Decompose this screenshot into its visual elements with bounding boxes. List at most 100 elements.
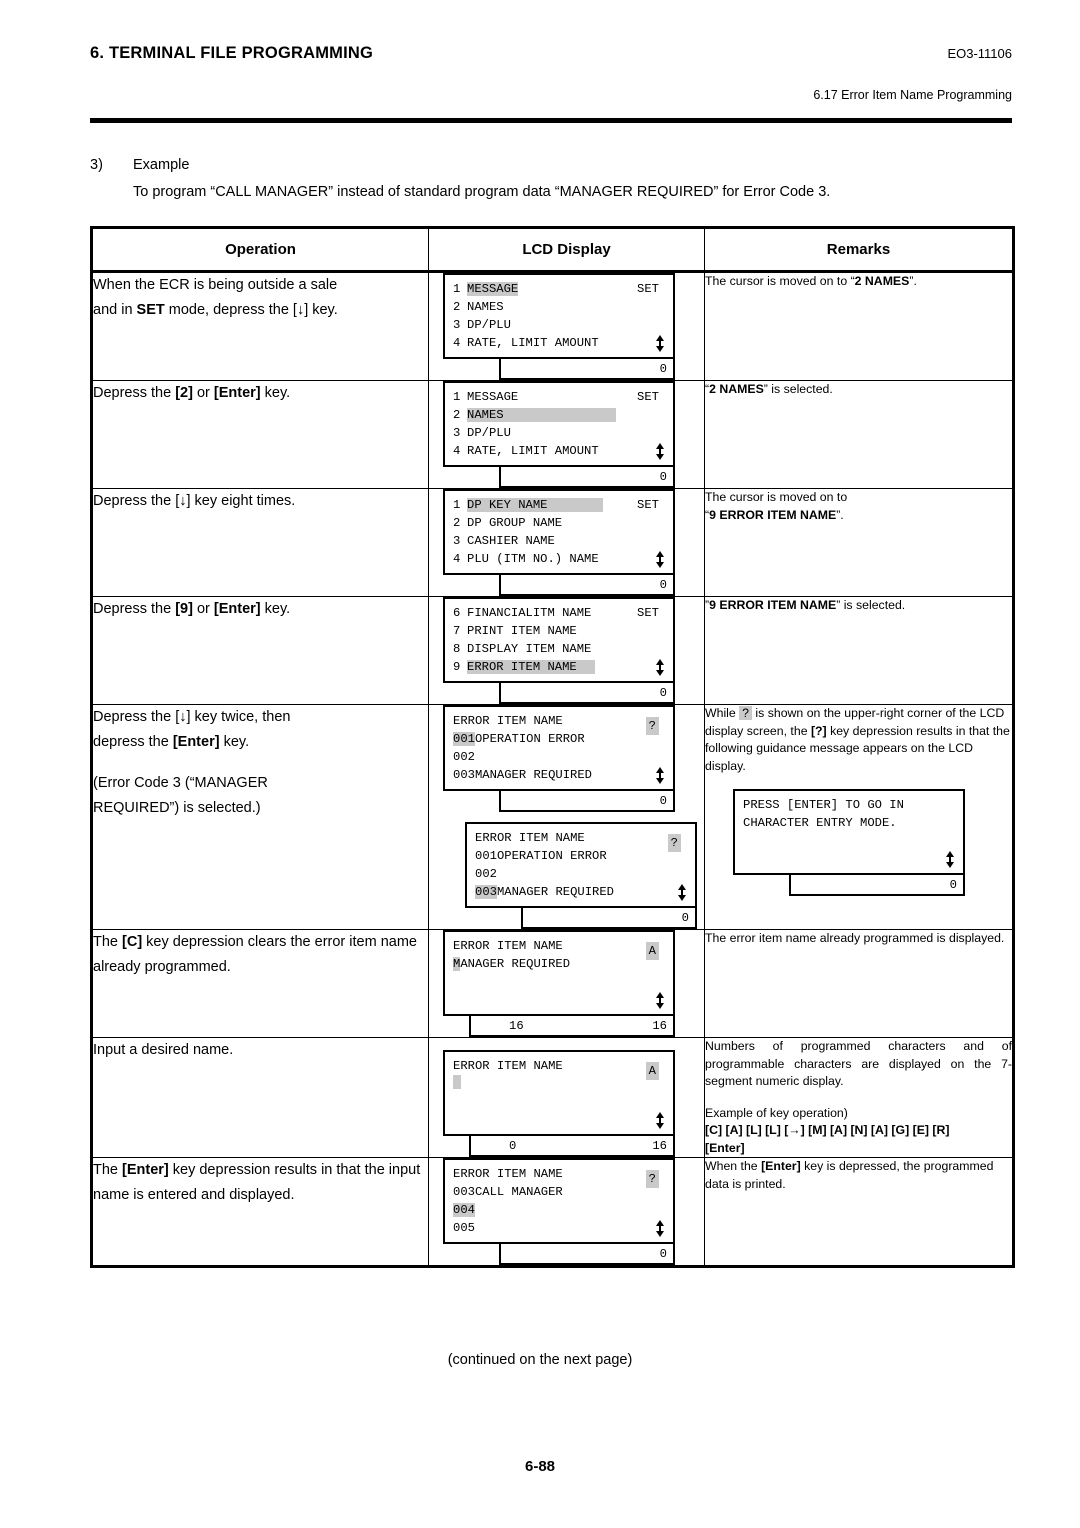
lcd-line-text: MESSAGE bbox=[467, 390, 519, 404]
lcd-screen: ERROR ITEM NAME A 0 16 bbox=[443, 1050, 675, 1157]
scroll-updown-icon bbox=[655, 659, 665, 676]
lcd-line: 1 MESSAGE SET bbox=[453, 280, 666, 298]
lcd-line-text: PLU (ITM NO.) NAME bbox=[467, 552, 599, 566]
lcd-box: ERROR ITEM NAME? 001OPERATION ERROR 002 … bbox=[465, 822, 697, 908]
key-label: [Enter] bbox=[761, 1159, 801, 1173]
lcd-line-text: DP KEY NAME bbox=[467, 498, 604, 512]
lcd-box: 1 DP KEY NAME SET 2 DP GROUP NAME 3 CASHIER … bbox=[443, 489, 675, 575]
lcd-line-text: RATE, LIMIT AMOUNT bbox=[467, 336, 599, 350]
numeric-value-left: 16 bbox=[509, 1019, 524, 1033]
lcd-box: PRESS [ENTER] TO GO IN CHARACTER ENTRY M… bbox=[733, 789, 965, 875]
guidance-line: CHARACTER ENTRY MODE. bbox=[743, 816, 897, 830]
lcd-line-index: 4 bbox=[453, 552, 461, 566]
table-row: Depress the [↓] key twice, then depress … bbox=[90, 704, 1015, 930]
table-row: The [C] key depression clears the error … bbox=[90, 929, 1015, 1038]
remarks-emphasis: 9 ERROR ITEM NAME bbox=[709, 598, 837, 612]
lcd-line-index: 4 bbox=[453, 336, 461, 350]
operation-text: mode, depress the [ bbox=[164, 302, 297, 318]
lcd-box: ERROR ITEM NAME A MANAGER REQUIRED bbox=[443, 930, 675, 1016]
down-arrow-key-icon: ↓ bbox=[179, 709, 187, 725]
lcd-line bbox=[453, 973, 666, 991]
lcd-title: ERROR ITEM NAME bbox=[453, 939, 563, 953]
scroll-updown-icon bbox=[655, 992, 665, 1009]
lcd-mode-indicator: SET bbox=[637, 498, 659, 512]
lcd-line-index: 3 bbox=[453, 318, 461, 332]
lcd-screen: ERROR ITEM NAME? 003CALL MANAGER 004 005… bbox=[443, 1158, 675, 1265]
numeric-value-right: 0 bbox=[949, 878, 957, 892]
lcd-line-index: 4 bbox=[453, 444, 461, 458]
numeric-value-right: 16 bbox=[652, 1139, 667, 1153]
numeric-value-right: 0 bbox=[681, 911, 689, 925]
lcd-cell: 1 MESSAGE SET 2 NAMES 3 DP/PLU 4 RATE, LIMIT … bbox=[428, 271, 705, 381]
lcd-screen: ERROR ITEM NAME? 001OPERATION ERROR 002 … bbox=[443, 705, 675, 812]
lcd-code: 003 bbox=[475, 885, 497, 899]
key-label: [C] bbox=[122, 934, 143, 950]
numeric-value-right: 0 bbox=[659, 1247, 667, 1261]
numeric-value-right: 0 bbox=[659, 686, 667, 700]
operation-cell: Input a desired name. bbox=[90, 1037, 429, 1158]
lcd-code: 001 bbox=[475, 849, 497, 863]
lcd-line: 1 MESSAGE SET bbox=[453, 388, 666, 406]
lcd-line: 2 DP GROUP NAME bbox=[453, 514, 666, 532]
lcd-line: 3 DP/PLU bbox=[453, 316, 666, 334]
document-code: EO3-11106 bbox=[947, 46, 1012, 61]
lcd-line-index: 2 bbox=[453, 408, 461, 422]
lcd-numeric-display: 0 bbox=[499, 683, 675, 704]
remarks-cell: The error item name already programmed i… bbox=[704, 929, 1015, 1038]
lcd-line: 6 FINANCIALITM NAME SET bbox=[453, 604, 666, 622]
lcd-line: 003CALL MANAGER bbox=[453, 1183, 666, 1201]
lcd-line: 005 bbox=[453, 1219, 666, 1237]
lcd-cell: ERROR ITEM NAME? 001OPERATION ERROR 002 … bbox=[428, 704, 705, 930]
operation-text: ] key twice, then bbox=[186, 709, 291, 725]
lcd-line-text: MANAGER REQUIRED bbox=[474, 768, 592, 782]
lcd-line: 2 NAMES bbox=[453, 298, 666, 316]
lcd-line-index: 9 bbox=[453, 660, 461, 674]
lcd-line bbox=[743, 850, 956, 868]
lcd-line: 4 PLU (ITM NO.) NAME bbox=[453, 550, 666, 568]
lcd-line: 001OPERATION ERROR bbox=[453, 730, 666, 748]
lcd-cell: ERROR ITEM NAME A MANAGER REQUIRED 16 16 bbox=[428, 929, 705, 1038]
lcd-line-text: NAMES bbox=[467, 408, 616, 422]
operation-cell: Depress the [9] or [Enter] key. bbox=[90, 596, 429, 705]
page-title: 6. TERMINAL FILE PROGRAMMING bbox=[90, 44, 374, 62]
lcd-screen: PRESS [ENTER] TO GO IN CHARACTER ENTRY M… bbox=[733, 789, 965, 896]
remarks-text: The cursor is moved on to “ bbox=[705, 274, 855, 288]
lcd-box: 1 MESSAGE SET 2 NAMES 3 DP/PLU 4 RATE, LIMIT … bbox=[443, 273, 675, 359]
remarks-cell: “2 NAMES” is selected. bbox=[704, 380, 1015, 489]
lcd-screen: 1 MESSAGE SET 2 NAMES 3 DP/PLU 4 RATE, LIMIT … bbox=[443, 381, 675, 488]
scroll-updown-icon bbox=[655, 335, 665, 352]
lcd-code: 003 bbox=[453, 1185, 475, 1199]
lcd-numeric-display: 0 bbox=[499, 1244, 675, 1265]
operation-text: and in bbox=[93, 302, 137, 318]
lcd-numeric-display: 0 bbox=[521, 908, 697, 929]
lcd-title: ERROR ITEM NAME bbox=[453, 1167, 563, 1181]
help-indicator-icon: ? bbox=[739, 706, 753, 720]
table-row: Depress the [↓] key eight times. 1 DP KEY… bbox=[90, 488, 1015, 597]
numeric-value-right: 0 bbox=[659, 362, 667, 376]
lcd-box: ERROR ITEM NAME? 001OPERATION ERROR 002 … bbox=[443, 705, 675, 791]
lcd-line: 1 DP KEY NAME SET bbox=[453, 496, 666, 514]
lcd-line-text: NAMES bbox=[467, 300, 504, 314]
remarks-text: While bbox=[705, 706, 740, 720]
lcd-line-text: PRINT ITEM NAME bbox=[467, 624, 577, 638]
lcd-screen: ERROR ITEM NAME? 001OPERATION ERROR 002 … bbox=[465, 822, 697, 929]
guidance-line: PRESS [ENTER] TO GO IN bbox=[743, 798, 904, 812]
remarks-emphasis: 9 ERROR ITEM NAME bbox=[709, 507, 837, 522]
numeric-value-right: 0 bbox=[659, 794, 667, 808]
lcd-code: 005 bbox=[453, 1221, 475, 1235]
lcd-line-index: 2 bbox=[453, 300, 461, 314]
lcd-line: 2 NAMES bbox=[453, 406, 666, 424]
operation-text: Depress the [ bbox=[93, 709, 180, 725]
key-label: [Enter] bbox=[213, 601, 261, 617]
operation-text: The bbox=[93, 934, 123, 950]
remarks-cell: The cursor is moved on to “2 NAMES”. bbox=[704, 271, 1015, 381]
key-label: [Enter] bbox=[213, 385, 261, 401]
lcd-line: 003MANAGER REQUIRED bbox=[475, 883, 688, 901]
lcd-mode-indicator: SET bbox=[637, 390, 659, 404]
operation-text: ] key eight times. bbox=[186, 493, 296, 509]
lcd-line-index: 3 bbox=[453, 426, 461, 440]
lcd-title: ERROR ITEM NAME bbox=[453, 1059, 563, 1073]
lcd-line: 001OPERATION ERROR bbox=[475, 847, 688, 865]
remarks-text: Numbers of programmed characters and of … bbox=[705, 1039, 1012, 1088]
lcd-line: ERROR ITEM NAME? bbox=[453, 712, 666, 735]
